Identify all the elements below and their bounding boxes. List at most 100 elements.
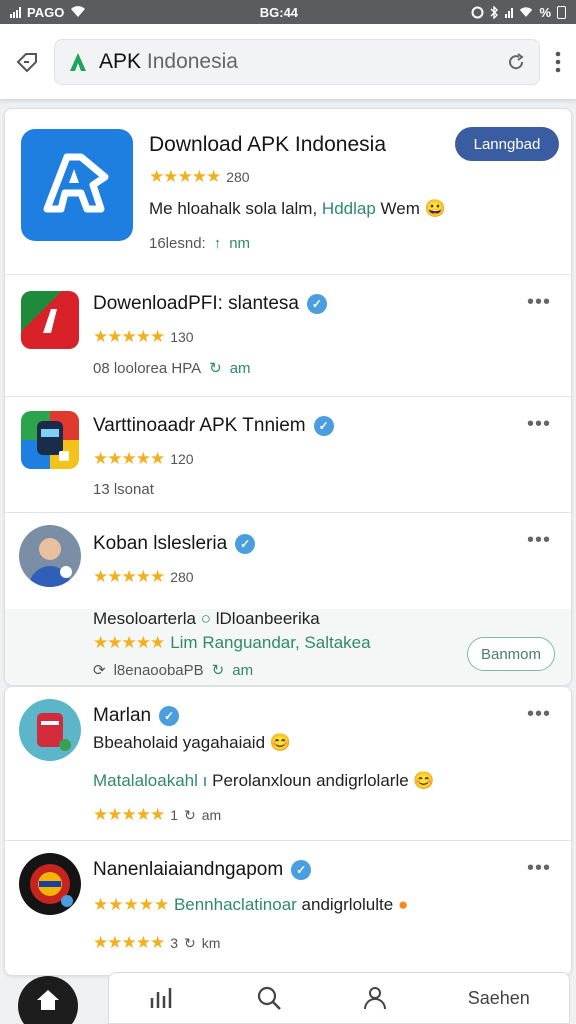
status-left: PAGO xyxy=(10,5,86,20)
results-card: Download APK Indonesia Lanngbad ★★★★★ 28… xyxy=(4,108,572,685)
home-button[interactable] xyxy=(18,976,78,1024)
robot-icon xyxy=(37,421,69,461)
balloon-icon: ● xyxy=(397,895,409,914)
action-button[interactable]: Banmom xyxy=(467,637,555,671)
app-rating: ★★★★★ 3 ↻ km xyxy=(93,933,220,953)
nav-label[interactable]: Saehen xyxy=(468,988,530,1009)
search-icon[interactable] xyxy=(255,984,283,1012)
app-meta: 13 lsonat xyxy=(93,481,154,498)
wifi-icon-right xyxy=(520,6,533,17)
app-subtitle: ★★★★★ Bennhaclatinoar andigrlolulte ● xyxy=(93,895,408,915)
app-meta-b: am xyxy=(201,807,222,823)
chart-icon[interactable] xyxy=(148,984,176,1012)
verified-icon: ✓ xyxy=(235,534,256,554)
app-title: Koban lslesleria ✓ xyxy=(93,533,256,555)
app-subtitle-b: andigrlolulte xyxy=(296,895,394,914)
featured-meta: 16lesnd: ↑ nm xyxy=(149,235,250,252)
carrier-text: PAGO xyxy=(27,4,65,20)
results-card-2: Marlan ✓ ••• Bbeaholaid yagahaiaid 😊 Mat… xyxy=(4,686,572,976)
smile-emoji-icon: 😊 xyxy=(413,771,435,790)
bluetooth-icon xyxy=(490,5,499,19)
more-options-icon[interactable]: ••• xyxy=(527,529,551,552)
avatar xyxy=(19,853,81,915)
app-line: Mesoloarterla ○ lDloanbeerika xyxy=(93,609,320,629)
app-line-a: Mesoloarterla xyxy=(93,609,196,628)
verified-icon: ✓ xyxy=(313,416,334,436)
star-rating-icon: ★★★★★ xyxy=(149,167,221,186)
app-title-text: Nanenlaiaiandngapom xyxy=(93,859,284,880)
smile-emoji-icon: 😊 xyxy=(269,733,291,752)
featured-app[interactable]: Download APK Indonesia Lanngbad ★★★★★ 28… xyxy=(5,109,571,275)
app-rating: ★★★★★ 280 xyxy=(93,567,194,587)
featured-title: Download APK Indonesia xyxy=(149,133,386,156)
app-title: Varttinoaadr APK Tnniem ✓ xyxy=(93,415,334,437)
more-options-icon[interactable]: ••• xyxy=(527,291,551,314)
site-logo-icon xyxy=(70,52,86,71)
app-rating: ★★★★★ 130 xyxy=(93,327,194,347)
app-line: Matalaloakahl ı Perolanxloun andigrlolar… xyxy=(93,771,435,791)
nav-bar: Saehen xyxy=(108,972,570,1024)
menu-dots-icon[interactable] xyxy=(554,50,562,74)
list-item[interactable]: Varttinoaadr APK Tnniem ✓ ••• ★★★★★ 120 … xyxy=(5,397,571,513)
profile-icon[interactable] xyxy=(361,984,389,1012)
featured-meta-a: 16lesnd: xyxy=(149,235,206,252)
signal-icon-right xyxy=(505,7,514,18)
app-rating-count: 120 xyxy=(170,451,194,467)
reload-icon[interactable] xyxy=(505,51,527,73)
app-meta: 08 loolorea HPA ↻ am xyxy=(93,359,251,378)
bottom-navigation: Saehen xyxy=(0,972,576,1024)
battery-icon xyxy=(557,5,566,19)
featured-meta-b: nm xyxy=(229,235,251,252)
featured-description-c: Wem xyxy=(375,199,420,218)
address-bar[interactable]: APK Indonesia xyxy=(54,38,540,85)
url-brand: APK xyxy=(99,49,142,73)
tag-icon[interactable] xyxy=(14,49,40,75)
thumbs-up-icon: ↻ xyxy=(184,934,196,951)
app-subtitle-text: Bbeaholaid yagahaiaid xyxy=(93,733,266,752)
app-meta: ⟳ l8enaoobaPB ↻ am xyxy=(93,661,254,680)
star-rating-icon: ★★★★★ xyxy=(93,895,170,914)
list-item[interactable]: DowenloadPFI: slantesa ✓ ••• ★★★★★ 130 0… xyxy=(5,275,571,397)
app-meta-a: 08 loolorea HPA xyxy=(93,359,202,377)
download-button[interactable]: Lanngbad xyxy=(455,127,559,161)
app-line-c: Lim Ranguandar, Saltakea xyxy=(170,633,371,652)
more-options-icon[interactable]: ••• xyxy=(527,413,551,436)
app-meta-b: am xyxy=(232,661,254,679)
list-item[interactable]: Nanenlaiaiandngapom ✓ ••• ★★★★★ Bennhacl… xyxy=(5,841,571,977)
app-line-c-wrap: Lim Ranguandar, Saltakea xyxy=(170,633,370,653)
app-title-text: DowenloadPFI: slantesa xyxy=(93,293,299,314)
app-icon xyxy=(21,291,79,349)
star-rating-icon: ★★★★★ xyxy=(93,933,165,952)
more-options-icon[interactable]: ••• xyxy=(527,857,551,880)
app-title: DowenloadPFI: slantesa ✓ xyxy=(93,293,327,315)
app-rating: ★★★★★ 120 xyxy=(93,449,194,469)
wifi-icon xyxy=(71,6,86,18)
status-right: % xyxy=(471,5,566,20)
app-logo-icon xyxy=(37,713,71,751)
featured-rating: ★★★★★ 280 xyxy=(149,167,250,187)
app-title-text: Varttinoaadr APK Tnniem xyxy=(93,415,306,436)
person-icon xyxy=(29,538,72,587)
app-rating: ★★★★★ 1 ↻ am xyxy=(93,805,221,825)
app-logo-icon xyxy=(30,864,73,907)
featured-description-a: Me hloahalk sola lalm, xyxy=(149,199,322,218)
more-options-icon[interactable]: ••• xyxy=(527,703,551,726)
app-icon xyxy=(21,411,79,469)
app-rating-count: 130 xyxy=(170,329,194,345)
url-text: APK Indonesia xyxy=(99,50,495,74)
app-rating-count: 280 xyxy=(170,569,194,585)
app-subtitle-a: Bennhaclatinoar xyxy=(173,895,297,914)
app-meta-a: l8enaoobaPB xyxy=(113,661,204,679)
browser-toolbar: APK Indonesia xyxy=(0,24,576,100)
thumbs-up-icon: ↻ xyxy=(209,360,222,377)
verified-icon: ✓ xyxy=(159,706,180,726)
star-rating-icon: ★★★★★ xyxy=(93,449,165,468)
url-rest: Indonesia xyxy=(146,49,238,73)
arrow-up-icon: ↑ xyxy=(213,235,222,252)
featured-app-icon xyxy=(21,129,133,241)
thumbs-up-icon: ↻ xyxy=(184,806,196,823)
app-title-text: Koban lslesleria xyxy=(93,533,228,554)
avatar xyxy=(19,525,81,587)
dot-icon: ı xyxy=(202,771,208,790)
list-item[interactable]: Marlan ✓ ••• Bbeaholaid yagahaiaid 😊 Mat… xyxy=(5,687,571,841)
